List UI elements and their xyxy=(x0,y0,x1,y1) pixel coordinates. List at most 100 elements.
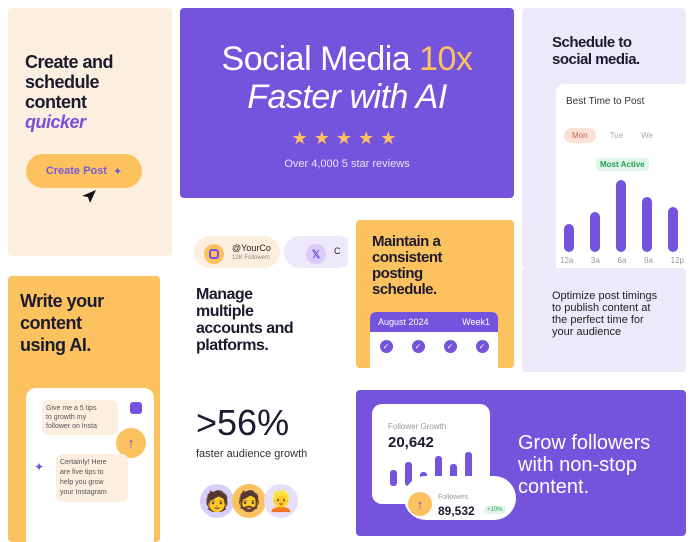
check-icon[interactable]: ✓ xyxy=(379,340,393,353)
maintain-title-line2: consistent xyxy=(372,249,443,266)
msg2-line4: your Instagram xyxy=(60,489,107,496)
check-icon[interactable]: ✓ xyxy=(443,340,457,353)
hour-label: 12a xyxy=(560,256,574,265)
growth-stat: >56% xyxy=(196,402,290,443)
reviews-text: Over 4,000 5 star reviews xyxy=(284,158,410,170)
maintain-title-line1: Maintain a xyxy=(372,233,441,250)
maintain-title: Maintain a consistent posting schedule. xyxy=(372,233,443,298)
accounts-strip: @YourCo 12K Followers 𝕏 C xyxy=(180,206,348,268)
grow-title-line2: with non-stop xyxy=(518,454,637,476)
chart-bar xyxy=(590,212,600,252)
manage-title-line3: accounts and xyxy=(196,320,294,337)
manage-title: Manage multiple accounts and platforms. xyxy=(196,286,294,354)
create-title-accent: quicker xyxy=(25,112,86,132)
create-title-line2: schedule xyxy=(25,72,100,92)
most-active-badge: Most Active xyxy=(596,158,649,171)
upload-arrow-icon[interactable]: ↑ xyxy=(408,492,432,516)
chat-panel: Give me a 5 tips to growth my follower o… xyxy=(26,388,154,542)
growth-card: >56% faster audience growth 🧑 🧔 👱 xyxy=(180,384,348,542)
write-title: Write your content using AI. xyxy=(20,290,104,356)
calendar-header: August 2024 Week1 xyxy=(370,312,498,332)
hour-labels: 12a 3a 6a 9a 12p xyxy=(560,256,684,265)
best-time-chart xyxy=(564,180,678,252)
hour-label: 3a xyxy=(591,256,600,265)
hero-card: Social Media 10x Faster with AI ★★★★★ Ov… xyxy=(180,8,514,198)
ai-sparkle-icon: ✦ xyxy=(34,460,45,474)
calendar-week: Week1 xyxy=(462,317,490,327)
star-icon: ★ xyxy=(335,128,359,148)
grow-title-line3: content. xyxy=(518,476,590,498)
followers-badge: +10% xyxy=(484,506,506,514)
chart-bar xyxy=(564,224,574,252)
check-icon[interactable]: ✓ xyxy=(411,340,425,353)
account-followers: 12K Followers xyxy=(232,255,271,261)
day-tab-tue[interactable]: Tue xyxy=(606,128,628,143)
check-icon[interactable]: ✓ xyxy=(475,340,489,353)
optimize-line2: to publish content at xyxy=(552,302,651,314)
write-title-line3: using AI. xyxy=(20,335,91,355)
chart-bar xyxy=(616,180,626,252)
hero-title-10x: 10x xyxy=(419,40,473,78)
manage-card: Manage multiple accounts and platforms. xyxy=(180,270,348,380)
schedule-title-line1: Schedule to xyxy=(552,34,632,51)
maintain-title-line3: posting xyxy=(372,265,423,282)
best-time-panel: Best Time to Post Mon Tue We Most Active… xyxy=(556,84,686,268)
optimize-line3: the perfect time for xyxy=(552,314,644,326)
rating-stars: ★★★★★ xyxy=(180,128,514,149)
write-title-line1: Write your xyxy=(20,291,104,311)
msg1-line2: to growth my xyxy=(46,414,87,421)
manage-title-line2: multiple xyxy=(196,303,254,320)
sparkle-icon: ✦ xyxy=(112,165,123,178)
growth-caption: faster audience growth xyxy=(196,448,308,460)
star-icon: ★ xyxy=(291,128,314,148)
optimize-text: Optimize post timings to publish content… xyxy=(552,290,657,338)
star-icon: ★ xyxy=(358,128,381,148)
create-title: Create and schedule content quicker xyxy=(25,52,172,132)
day-tab-mon[interactable]: Mon xyxy=(564,128,596,143)
msg1-line1: Give me a 5 tips xyxy=(46,405,97,412)
follower-card: Follower Growth 20,642 ↑ Followers 89,53… xyxy=(356,390,686,536)
schedule-title: Schedule to social media. xyxy=(552,34,640,68)
x-handle: C xyxy=(334,246,341,256)
collage-root: Create and schedule content quicker Crea… xyxy=(0,0,690,542)
optimize-line1: Optimize post timings xyxy=(552,290,658,302)
create-title-line3: content xyxy=(25,92,87,112)
write-title-line2: content xyxy=(20,313,82,333)
follower-growth-label: Follower Growth xyxy=(388,422,447,431)
instagram-icon xyxy=(204,244,224,264)
write-card: Write your content using AI. Give me a 5… xyxy=(8,276,160,542)
hero-title-main: Social Media xyxy=(221,40,420,78)
x-icon: 𝕏 xyxy=(306,244,326,264)
calendar-widget: August 2024 Week1 ✓ ✓ ✓ ✓ xyxy=(370,312,498,368)
create-post-button-label: Create Post xyxy=(45,165,107,177)
best-time-label: Best Time to Post xyxy=(566,96,645,107)
follower-bar xyxy=(390,470,397,486)
msg2-line1: Certainly! Here xyxy=(60,459,107,466)
day-tab-wed[interactable]: We xyxy=(637,128,657,143)
cursor-icon xyxy=(82,190,96,203)
avatar: 👱 xyxy=(264,484,298,518)
day-tabs: Mon Tue We xyxy=(564,128,657,143)
schedule-card: Schedule to social media. Best Time to P… xyxy=(522,8,686,268)
calendar-days: ✓ ✓ ✓ ✓ xyxy=(370,332,498,353)
create-title-line1: Create and xyxy=(25,52,114,72)
user-message: Give me a 5 tips to growth my follower o… xyxy=(42,400,118,435)
avatar: 🧑 xyxy=(200,484,234,518)
manage-title-line1: Manage xyxy=(196,286,253,303)
hero-title-line2: Faster with AI xyxy=(247,78,447,116)
optimize-line4: your audience xyxy=(552,326,622,338)
optimize-card: Optimize post timings to publish content… xyxy=(522,268,686,372)
msg2-line2: are five tips to xyxy=(60,469,104,476)
followers-value: 89,532 xyxy=(438,504,475,518)
msg1-line3: follower on Insta xyxy=(46,423,97,430)
create-card: Create and schedule content quicker Crea… xyxy=(8,8,172,256)
create-post-button[interactable]: Create Post ✦ xyxy=(26,154,142,188)
ai-message: Certainly! Here are five tips to help yo… xyxy=(56,454,128,502)
chart-bar xyxy=(668,207,678,252)
hour-label: 6a xyxy=(617,256,627,265)
grow-title-line1: Grow followers xyxy=(518,432,651,454)
calendar-month: August 2024 xyxy=(378,317,429,327)
hour-label: 12p xyxy=(670,256,684,265)
star-icon: ★ xyxy=(380,128,403,148)
maintain-title-line4: schedule. xyxy=(372,281,437,298)
